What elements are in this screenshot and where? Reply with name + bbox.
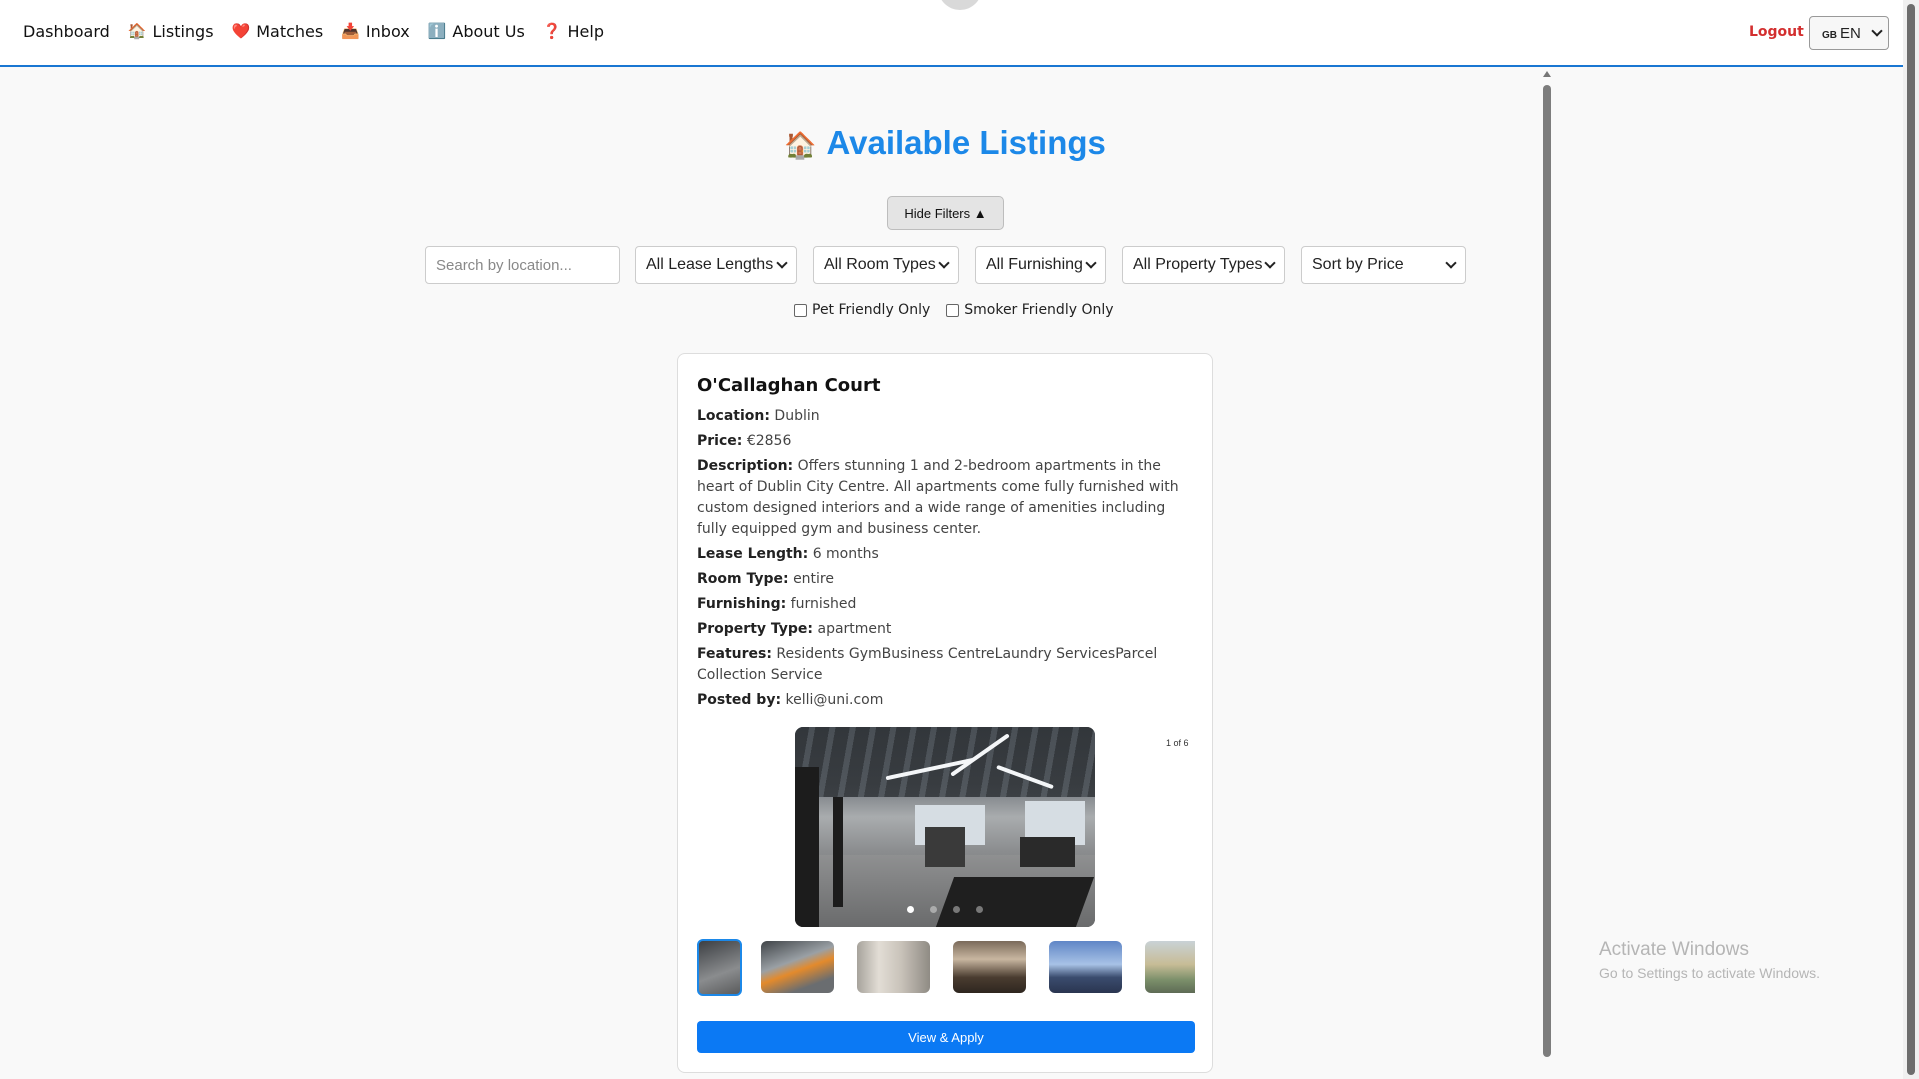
chevron-down-icon [1871,25,1883,37]
search-location-input[interactable]: Search by location... [425,246,620,284]
listing-features: Features: Residents GymBusiness CentreLa… [697,646,1158,683]
nav-listings[interactable]: 🏠 Listings [128,22,214,41]
pet-friendly-box[interactable] [794,303,807,317]
smoker-friendly-label: Smoker Friendly Only [964,302,1114,318]
sort-select[interactable]: Sort by Price [1301,246,1466,284]
page-title: 🏠 Available Listings [0,124,1890,162]
scrollbar-thumb[interactable] [1543,85,1551,1057]
image-counter: 1 of 6 [1166,738,1189,748]
chevron-down-icon [776,257,788,269]
nav-about-us[interactable]: ℹ️ About Us [428,22,525,41]
room-type-select[interactable]: All Room Types [813,246,959,284]
inbox-tray-icon: 📥 [341,22,360,40]
listing-property-type: Property Type: apartment [697,621,892,637]
gym-rack [833,797,843,907]
listing-details: Location: Dublin Price: €2856 Descriptio… [697,406,1195,715]
listing-price: Price: €2856 [697,433,792,449]
listing-lease: Lease Length: 6 months [697,546,879,562]
property-type-select[interactable]: All Property Types [1122,246,1285,284]
nav-links: Dashboard 🏠 Listings ❤️ Matches 📥 Inbox … [23,22,622,41]
lease-length-value: All Lease Lengths [646,256,774,273]
nav-matches-label: Matches [256,22,324,41]
nav-inbox-label: Inbox [365,22,410,41]
logout-button[interactable]: Logout [1749,24,1804,40]
gym-machine [1020,837,1075,867]
gym-machine [925,827,965,867]
smoker-friendly-box[interactable] [946,303,960,317]
gym-bench [935,877,1095,927]
smoker-friendly-checkbox[interactable]: Smoker Friendly Only [946,302,1114,318]
language-value: GB EN [1822,25,1861,42]
activate-windows-watermark: Activate Windows Go to Settings to activ… [1599,939,1820,981]
room-type-value: All Room Types [824,256,936,273]
thumbnail-6[interactable] [1145,941,1195,993]
listing-room-type: Room Type: entire [697,571,834,587]
gym-rack [795,767,819,927]
pet-friendly-checkbox[interactable]: Pet Friendly Only [794,302,930,318]
chevron-down-icon [1445,257,1457,269]
property-type-value: All Property Types [1133,256,1263,273]
hide-filters-button[interactable]: Hide Filters ▲ [887,196,1004,230]
page-scrollbar[interactable] [1903,0,1919,1079]
thumbnail-4[interactable] [953,941,1026,993]
furnishing-select[interactable]: All Furnishing [975,246,1106,284]
watermark-title: Activate Windows [1599,939,1749,960]
house-icon: 🏠 [127,22,147,40]
nav-matches[interactable]: ❤️ Matches [232,22,324,41]
info-icon: ℹ️ [427,22,447,40]
view-apply-button[interactable]: View & Apply [697,1021,1195,1053]
heart-icon: ❤️ [231,22,251,40]
nav-inbox[interactable]: 📥 Inbox [341,22,409,41]
thumbnail-1[interactable] [697,939,742,996]
top-navbar: Dashboard 🏠 Listings ❤️ Matches 📥 Inbox … [0,0,1919,67]
profile-avatar[interactable] [938,0,982,10]
thumbnail-5[interactable] [1049,941,1122,993]
page-scrollbar-thumb[interactable] [1907,4,1915,1075]
carousel-dots [795,906,1095,913]
carousel-dot[interactable] [953,906,960,913]
listing-posted-by: Posted by: kelli@uni.com [697,692,884,708]
page-title-text: Available Listings [826,124,1106,161]
content-scrollbar[interactable] [1540,71,1554,1079]
nav-help-label: Help [567,22,604,41]
filter-checkboxes: Pet Friendly Only Smoker Friendly Only [794,302,1130,318]
carousel-dot[interactable] [907,906,914,913]
listing-location: Location: Dublin [697,408,820,424]
language-select[interactable]: GB EN [1809,16,1889,50]
language-code: EN [1840,24,1861,42]
house-icon: 🏠 [784,130,817,160]
gb-flag-icon: GB [1822,29,1837,41]
question-icon: ❓ [542,22,562,40]
thumbnail-strip [697,939,1195,999]
nav-help[interactable]: ❓ Help [543,22,604,41]
pet-friendly-label: Pet Friendly Only [812,302,931,318]
thumbnail-2[interactable] [761,941,834,993]
chevron-down-icon [1085,257,1097,269]
nav-dashboard-label: Dashboard [23,22,110,41]
thumbnail-3[interactable] [857,941,930,993]
furnishing-value: All Furnishing [986,256,1083,273]
nav-about-us-label: About Us [452,22,525,41]
watermark-subtitle: Go to Settings to activate Windows. [1599,965,1820,981]
lease-length-select[interactable]: All Lease Lengths [635,246,797,284]
listing-description: Description: Offers stunning 1 and 2-bed… [697,458,1179,537]
listing-card: O'Callaghan Court Location: Dublin Price… [677,353,1213,1073]
image-carousel[interactable] [795,727,1095,927]
listing-title: O'Callaghan Court [697,375,881,396]
carousel-dot[interactable] [930,906,937,913]
listing-furnishing: Furnishing: furnished [697,596,857,612]
nav-dashboard[interactable]: Dashboard [23,22,110,41]
nav-listings-label: Listings [152,22,214,41]
chevron-down-icon [938,257,950,269]
chevron-down-icon [1264,257,1276,269]
sort-value: Sort by Price [1312,256,1404,273]
carousel-dot[interactable] [976,906,983,913]
scroll-up-arrow-icon[interactable] [1543,71,1551,77]
